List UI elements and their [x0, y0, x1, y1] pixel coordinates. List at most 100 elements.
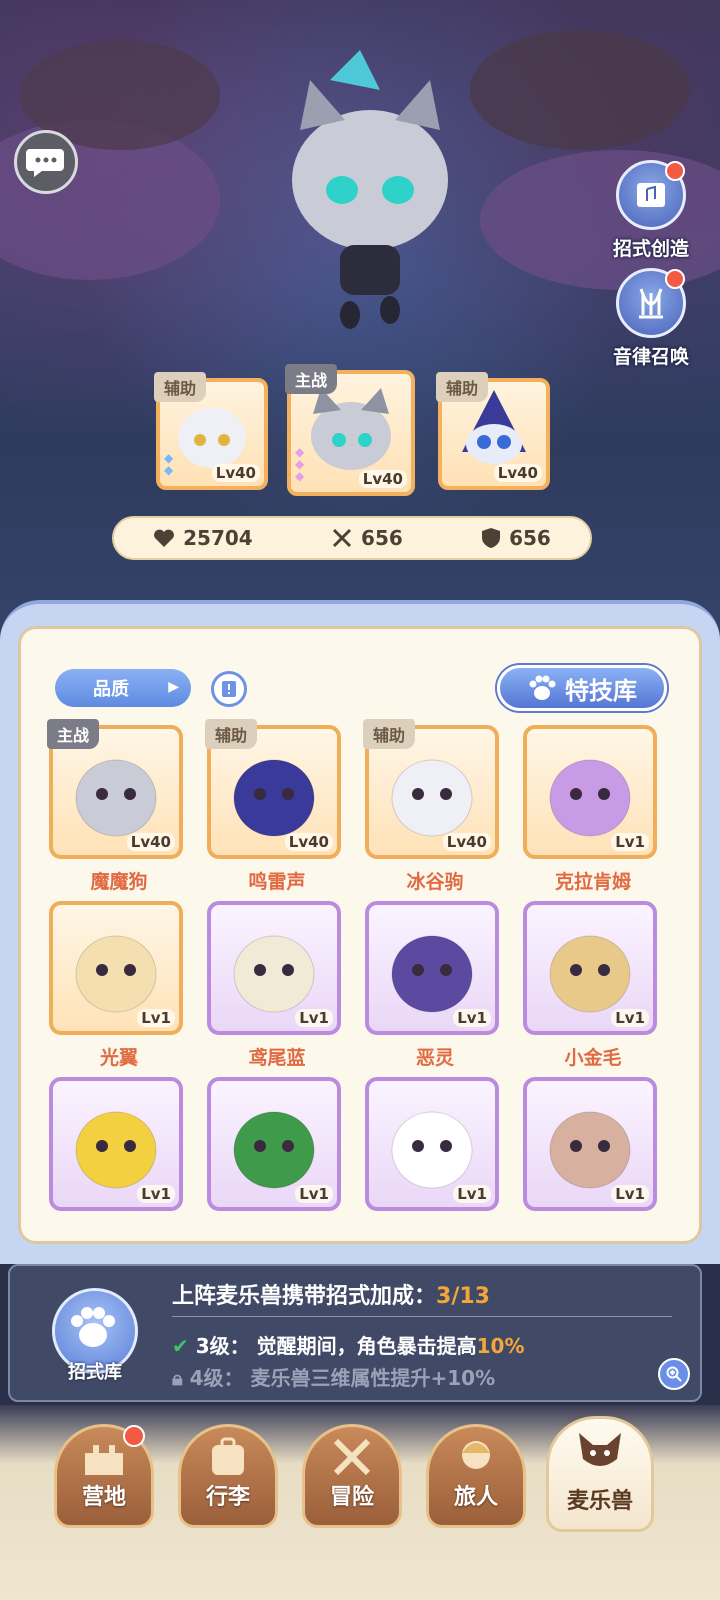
tier-text: 觉醒期间，角色暴击提高 — [256, 1334, 477, 1358]
paw-icon — [529, 675, 556, 700]
pet-card-frame: 辅助 Lv40 — [363, 719, 499, 859]
chat-button[interactable] — [14, 130, 78, 194]
defense-value: 656 — [509, 526, 551, 550]
nav-melobeast-label: 麦乐兽 — [566, 1489, 633, 1514]
bonus-count: 3/13 — [436, 1284, 490, 1309]
pet-card-frame: 辅助 Lv40 — [205, 719, 341, 859]
pet-card[interactable]: Lv1 克拉肯姆 — [523, 725, 663, 894]
pet-card[interactable]: Lv1 恶灵 — [365, 901, 505, 1070]
pet-name: 小金毛 — [564, 1047, 622, 1069]
pet-name: 恶灵 — [415, 1047, 454, 1069]
pet-card[interactable]: Lv1 小金毛 — [523, 901, 663, 1070]
pet-level: Lv40 — [442, 833, 491, 851]
pet-card-frame: 主战 Lv40 — [47, 719, 183, 859]
move-library-button[interactable]: 招式库 — [50, 1288, 140, 1383]
pet-card[interactable]: 辅助 Lv40 冰谷驹 — [363, 719, 505, 894]
role-badge: 辅助 — [363, 719, 416, 749]
nav-adventure[interactable]: 冒险 — [302, 1424, 402, 1528]
pet-card[interactable]: 辅助 Lv40 鸣雷声 — [205, 719, 347, 894]
pet-card-frame: Lv1 — [207, 901, 341, 1035]
pet-card[interactable]: Lv1 鸢尾蓝 — [207, 901, 347, 1070]
check-icon: ✔ — [172, 1334, 189, 1358]
nav-camp-label: 营地 — [81, 1485, 126, 1510]
pet-level: Lv40 — [493, 464, 542, 482]
nav-adventure-label: 冒险 — [329, 1485, 374, 1510]
move-bonus-panel: 招式库 上阵麦乐兽携带招式加成：3/13 ✔ 3级： 觉醒期间，角色暴击提高10… — [8, 1264, 702, 1402]
attack-value: 656 — [361, 526, 403, 550]
codex-button[interactable] — [211, 671, 247, 707]
tier-percent: 10% — [476, 1334, 525, 1358]
pet-card-frame: Lv1 — [49, 901, 183, 1035]
backpack-icon — [212, 1437, 244, 1475]
tier-text: 麦乐兽三维属性提升+10% — [250, 1366, 496, 1390]
nav-melobeast[interactable]: 麦乐兽 — [546, 1416, 654, 1532]
book-music-icon — [616, 160, 686, 230]
nav-traveler-label: 旅人 — [453, 1485, 498, 1510]
lock-icon: 🔒︎ — [172, 1366, 183, 1390]
fox-face-icon — [579, 1433, 621, 1466]
pet-name: 克拉肯姆 — [554, 871, 631, 893]
hp-stat: 25704 — [153, 526, 253, 550]
melody-summon-button[interactable]: 音律召唤 — [596, 268, 706, 369]
move-library-label: 招式库 — [68, 1362, 122, 1383]
chevron-right-icon: ▶ — [168, 679, 179, 695]
pet-card[interactable]: Lv1 — [207, 1077, 347, 1211]
divider — [172, 1316, 672, 1317]
chat-bubble-icon — [26, 149, 64, 177]
pet-card[interactable]: Lv1 — [523, 1077, 663, 1211]
pet-level: Lv40 — [126, 833, 175, 851]
pet-card-frame: Lv1 — [523, 901, 657, 1035]
team-slot-2[interactable]: 主战 ◆ ◆ ◆ Lv40 — [285, 364, 415, 496]
pet-level: Lv1 — [453, 1185, 491, 1203]
bonus-tier-4: 🔒︎ 4级： 麦乐兽三维属性提升+10% — [172, 1362, 495, 1391]
role-badge: 辅助 — [436, 372, 489, 402]
notification-dot — [123, 1425, 145, 1447]
pet-card-frame: Lv1 — [365, 1077, 499, 1211]
pet-card[interactable]: Lv1 — [49, 1077, 189, 1211]
team-slot-1[interactable]: 辅助 ◆ ◆ Lv40 — [154, 372, 268, 490]
melody-summon-label: 音律召唤 — [612, 346, 689, 368]
book-icon — [222, 681, 236, 697]
bonus-title-text: 上阵麦乐兽携带招式加成： — [172, 1284, 437, 1309]
pet-level: Lv1 — [611, 1185, 649, 1203]
zoom-in-button[interactable] — [658, 1358, 690, 1390]
role-badge: 主战 — [47, 719, 100, 749]
move-create-button[interactable]: 招式创造 — [596, 160, 706, 261]
crossed-swords-icon — [332, 528, 352, 548]
pet-card-frame: Lv1 — [365, 901, 499, 1035]
bonus-title: 上阵麦乐兽携带招式加成：3/13 — [172, 1278, 490, 1310]
lyre-icon — [616, 268, 686, 338]
heart-icon — [154, 529, 175, 547]
bonus-tier-3: ✔ 3级： 觉醒期间，角色暴击提高10% — [172, 1330, 525, 1359]
skill-library-label: 特技库 — [565, 676, 637, 705]
pet-level: Lv40 — [284, 833, 333, 851]
pet-character-sprite — [292, 50, 448, 329]
pet-name: 光翼 — [99, 1047, 138, 1069]
move-create-label: 招式创造 — [612, 238, 689, 260]
role-badge: 主战 — [285, 364, 338, 394]
pet-level: Lv40 — [211, 464, 260, 482]
character-portrait-icon — [462, 1441, 490, 1469]
pet-name: 鸢尾蓝 — [248, 1047, 306, 1069]
castle-icon — [85, 1445, 123, 1475]
pet-level: Lv40 — [358, 470, 407, 488]
team-slot-3[interactable]: 辅助 Lv40 — [436, 372, 550, 490]
pet-card-frame: Lv1 — [523, 725, 657, 859]
nav-traveler[interactable]: 旅人 — [426, 1424, 526, 1528]
notification-dot — [665, 161, 685, 181]
tier-level: 3级： — [195, 1334, 250, 1358]
nav-luggage[interactable]: 行李 — [178, 1424, 278, 1528]
nav-luggage-label: 行李 — [205, 1485, 250, 1510]
shield-icon — [482, 528, 501, 548]
pet-card[interactable]: Lv1 光翼 — [49, 901, 189, 1070]
pet-card[interactable]: Lv1 — [365, 1077, 505, 1211]
skill-library-button[interactable]: 特技库 — [497, 665, 667, 711]
role-badge: 辅助 — [205, 719, 258, 749]
pet-level: Lv1 — [137, 1009, 175, 1027]
pet-level: Lv1 — [611, 833, 649, 851]
quality-filter-dropdown[interactable]: 品质 ▶ — [55, 669, 191, 707]
team-stats-bar: 25704 656 656 — [112, 516, 592, 560]
pet-card[interactable]: 主战 Lv40 魔魔狗 — [47, 719, 189, 894]
nav-camp[interactable]: 营地 — [54, 1424, 154, 1528]
crossed-swords-icon — [333, 1438, 371, 1476]
